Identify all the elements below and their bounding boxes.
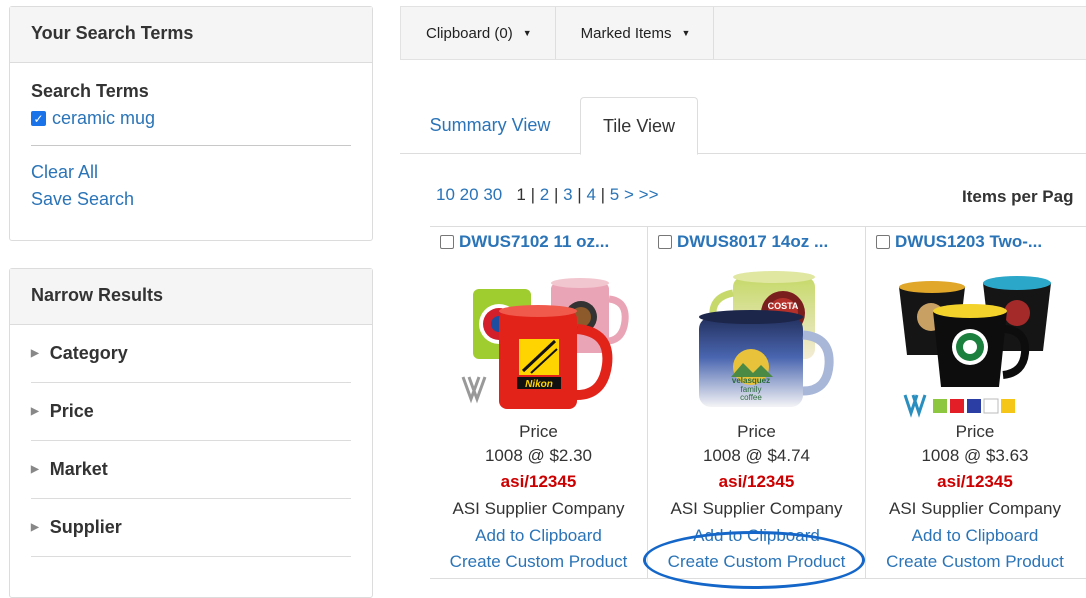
items-per-page-label: Items per Pag — [962, 187, 1074, 206]
product-title-link[interactable]: DWUS8017 14oz ... — [677, 232, 828, 252]
next-page-link[interactable]: > — [624, 185, 634, 204]
product-title-row[interactable]: DWUS7102 11 oz... — [430, 227, 647, 257]
asi-number: asi/12345 — [937, 472, 1013, 491]
product-title-link[interactable]: DWUS1203 Two-... — [895, 232, 1042, 252]
divider — [31, 145, 351, 146]
page-link[interactable]: 4 — [586, 185, 595, 204]
caret-right-icon: ▶ — [31, 522, 39, 533]
product-tile: DWUS1203 Two-... Price 1008 @ $3.63 asi/… — [866, 227, 1084, 578]
results-toolbar: Clipboard (0) ▼ Marked Items ▼ — [400, 6, 1086, 60]
price-label: Price — [737, 422, 776, 441]
add-to-clipboard-link[interactable]: Add to Clipboard — [430, 523, 647, 549]
clipboard-dropdown[interactable]: Clipboard (0) ▼ — [401, 7, 556, 59]
supplier-name: ASI Supplier Company — [889, 499, 1061, 518]
page-link[interactable]: 2 — [540, 185, 549, 204]
facet-label: Market — [49, 459, 108, 479]
price-value: 1008 @ $4.74 — [702, 446, 811, 465]
svg-text:Nikon: Nikon — [525, 379, 553, 390]
checkbox-unchecked-icon[interactable] — [440, 235, 454, 249]
price-value: 1008 @ $2.30 — [484, 446, 593, 465]
checkbox-unchecked-icon[interactable] — [876, 235, 890, 249]
facet-label: Price — [49, 401, 94, 421]
divider — [430, 578, 1086, 579]
checkbox-checked-icon[interactable]: ✓ — [31, 111, 46, 126]
create-custom-product-link[interactable]: Create Custom Product — [430, 549, 647, 575]
search-terms-panel: Your Search Terms Search Terms ✓ ceramic… — [9, 6, 373, 241]
marked-items-dropdown[interactable]: Marked Items ▼ — [556, 7, 715, 59]
product-title-row[interactable]: DWUS1203 Two-... — [866, 227, 1084, 257]
caret-right-icon: ▶ — [31, 348, 39, 359]
facet-label: Supplier — [49, 517, 122, 537]
supplier-name: ASI Supplier Company — [670, 499, 843, 518]
facet-category[interactable]: ▶ Category — [31, 325, 351, 383]
save-search-link[interactable]: Save Search — [31, 186, 351, 213]
product-tile: DWUS7102 11 oz... Nikon Price 1008 @ $2.… — [430, 227, 648, 578]
caret-right-icon: ▶ — [31, 406, 39, 417]
clipboard-label: Clipboard (0) — [426, 24, 513, 42]
caret-right-icon: ▶ — [31, 464, 39, 475]
pagination: 10 20 30 1 | 2 | 3 | 4 | 5 > >> — [436, 185, 659, 204]
asi-number: asi/12345 — [718, 472, 795, 491]
chevron-down-icon: ▼ — [522, 28, 532, 38]
narrow-results-title: Narrow Results — [10, 269, 372, 325]
product-title-link[interactable]: DWUS7102 11 oz... — [459, 232, 609, 252]
product-image[interactable]: COSTA velasquez family coffee — [657, 259, 857, 419]
tab-tile-view[interactable]: Tile View — [580, 97, 698, 155]
product-image[interactable] — [875, 259, 1075, 419]
facet-label: Category — [49, 343, 128, 363]
asi-number: asi/12345 — [500, 472, 577, 491]
create-custom-product-link[interactable]: Create Custom Product — [648, 549, 865, 575]
svg-text:COSTA: COSTA — [767, 301, 798, 311]
tab-summary-view[interactable]: Summary View — [400, 97, 580, 154]
facet-supplier[interactable]: ▶ Supplier — [31, 499, 351, 557]
price-label: Price — [519, 422, 558, 441]
search-terms-heading: Search Terms — [31, 81, 149, 101]
search-terms-panel-title: Your Search Terms — [10, 7, 372, 63]
price-value: 1008 @ $3.63 — [921, 446, 1029, 465]
supplier-name: ASI Supplier Company — [452, 499, 625, 518]
facet-market[interactable]: ▶ Market — [31, 441, 351, 499]
last-page-link[interactable]: >> — [639, 185, 659, 204]
search-term-item[interactable]: ✓ ceramic mug — [31, 108, 351, 129]
add-to-clipboard-link[interactable]: Add to Clipboard — [866, 523, 1084, 549]
checkbox-unchecked-icon[interactable] — [658, 235, 672, 249]
svg-text:velasquez: velasquez — [731, 376, 769, 385]
narrow-results-panel: Narrow Results ▶ Category ▶ Price ▶ Mark… — [9, 268, 373, 598]
create-custom-product-link[interactable]: Create Custom Product — [866, 549, 1084, 575]
price-label: Price — [955, 422, 995, 441]
search-term-label: ceramic mug — [52, 108, 156, 128]
mug-image-icon — [899, 276, 1051, 418]
page-link[interactable]: 5 — [610, 185, 619, 204]
mug-image-icon: COSTA velasquez family coffee — [698, 271, 834, 407]
svg-text:coffee: coffee — [740, 393, 762, 402]
page-link[interactable]: 3 — [563, 185, 572, 204]
product-tile: DWUS8017 14oz ... COSTA velasquez family… — [648, 227, 866, 578]
add-to-clipboard-link[interactable]: Add to Clipboard — [648, 523, 865, 549]
per-page-20[interactable]: 20 — [460, 185, 479, 204]
facet-price[interactable]: ▶ Price — [31, 383, 351, 441]
view-tabs: Summary View Tile View — [400, 97, 1086, 155]
per-page-30[interactable]: 30 — [483, 185, 502, 204]
product-image[interactable]: Nikon — [439, 259, 639, 419]
clear-all-link[interactable]: Clear All — [31, 159, 351, 186]
per-page-10[interactable]: 10 — [436, 185, 455, 204]
product-title-row[interactable]: DWUS8017 14oz ... — [648, 227, 865, 257]
marked-items-label: Marked Items — [580, 24, 672, 42]
page-current: 1 — [516, 185, 526, 204]
chevron-down-icon: ▼ — [681, 28, 691, 38]
mug-image-icon: Nikon — [461, 278, 629, 409]
